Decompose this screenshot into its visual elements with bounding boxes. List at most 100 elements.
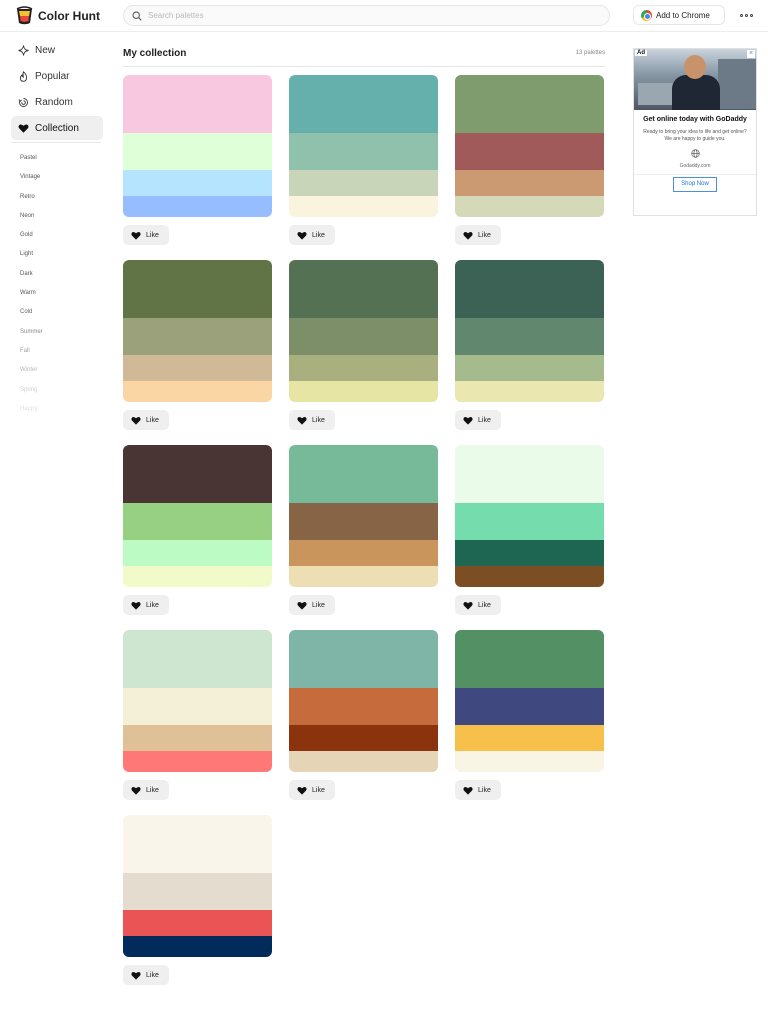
color-swatch[interactable]	[123, 630, 272, 688]
tag-dark[interactable]: Dark	[11, 265, 103, 284]
color-swatch[interactable]	[289, 445, 438, 503]
like-button[interactable]: Like	[289, 225, 335, 245]
color-swatch[interactable]	[455, 196, 604, 217]
color-swatch[interactable]	[455, 381, 604, 402]
ad-domain[interactable]: Godaddy.com	[634, 163, 756, 169]
color-swatch[interactable]	[289, 170, 438, 196]
color-swatch[interactable]	[123, 170, 272, 196]
more-options-button[interactable]	[737, 9, 755, 21]
color-swatch[interactable]	[289, 196, 438, 217]
color-swatch[interactable]	[455, 260, 604, 318]
like-button[interactable]: Like	[289, 595, 335, 615]
color-swatch[interactable]	[289, 75, 438, 133]
color-swatch[interactable]	[123, 75, 272, 133]
color-swatch[interactable]	[455, 133, 604, 170]
color-swatch[interactable]	[455, 751, 604, 772]
palette-swatches[interactable]	[455, 260, 604, 402]
shop-now-button[interactable]: Shop Now	[673, 177, 717, 192]
tag-pastel[interactable]: Pastel	[11, 149, 103, 168]
tag-gold[interactable]: Gold	[11, 226, 103, 245]
color-swatch[interactable]	[123, 540, 272, 566]
color-swatch[interactable]	[123, 815, 272, 873]
color-swatch[interactable]	[123, 318, 272, 355]
color-swatch[interactable]	[123, 381, 272, 402]
tag-summer[interactable]: Summer	[11, 323, 103, 342]
like-button[interactable]: Like	[455, 780, 501, 800]
tag-retro[interactable]: Retro	[11, 188, 103, 207]
color-swatch[interactable]	[455, 318, 604, 355]
palette-swatches[interactable]	[123, 630, 272, 772]
color-swatch[interactable]	[455, 540, 604, 566]
palette-swatches[interactable]	[455, 630, 604, 772]
color-swatch[interactable]	[455, 503, 604, 540]
add-to-chrome-button[interactable]: Add to Chrome	[633, 5, 725, 25]
palette-swatches[interactable]	[289, 445, 438, 587]
tag-neon[interactable]: Neon	[11, 207, 103, 226]
color-swatch[interactable]	[123, 873, 272, 910]
palette-swatches[interactable]	[289, 260, 438, 402]
ad-image[interactable]: Ad ×	[634, 49, 756, 110]
color-swatch[interactable]	[289, 133, 438, 170]
tag-cold[interactable]: Cold	[11, 303, 103, 322]
palette-swatches[interactable]	[289, 630, 438, 772]
tag-warm[interactable]: Warm	[11, 284, 103, 303]
like-button[interactable]: Like	[455, 410, 501, 430]
color-swatch[interactable]	[289, 688, 438, 725]
color-swatch[interactable]	[123, 910, 272, 936]
palette-swatches[interactable]	[123, 260, 272, 402]
tag-vintage[interactable]: Vintage	[11, 168, 103, 187]
color-swatch[interactable]	[289, 355, 438, 381]
tag-winter[interactable]: Winter	[11, 361, 103, 380]
palette-swatches[interactable]	[123, 445, 272, 587]
nav-new[interactable]: New	[11, 38, 103, 62]
like-button[interactable]: Like	[123, 595, 169, 615]
color-swatch[interactable]	[123, 133, 272, 170]
color-swatch[interactable]	[455, 688, 604, 725]
color-swatch[interactable]	[123, 725, 272, 751]
like-button[interactable]: Like	[289, 410, 335, 430]
ad-close-icon[interactable]: ×	[747, 50, 755, 58]
like-button[interactable]: Like	[123, 780, 169, 800]
color-swatch[interactable]	[289, 540, 438, 566]
color-swatch[interactable]	[289, 503, 438, 540]
color-swatch[interactable]	[455, 170, 604, 196]
color-swatch[interactable]	[455, 355, 604, 381]
color-swatch[interactable]	[123, 355, 272, 381]
color-swatch[interactable]	[455, 725, 604, 751]
palette-swatches[interactable]	[123, 815, 272, 957]
tag-light[interactable]: Light	[11, 245, 103, 264]
color-swatch[interactable]	[289, 566, 438, 587]
color-swatch[interactable]	[123, 503, 272, 540]
color-swatch[interactable]	[289, 725, 438, 751]
color-swatch[interactable]	[455, 566, 604, 587]
ad-panel[interactable]: Ad × Get online today with GoDaddy Ready…	[633, 48, 757, 216]
color-swatch[interactable]	[123, 936, 272, 957]
tag-happy[interactable]: Happy	[11, 400, 103, 419]
color-swatch[interactable]	[123, 566, 272, 587]
color-swatch[interactable]	[123, 196, 272, 217]
color-swatch[interactable]	[289, 381, 438, 402]
color-swatch[interactable]	[289, 751, 438, 772]
color-swatch[interactable]	[455, 75, 604, 133]
like-button[interactable]: Like	[455, 595, 501, 615]
search-input[interactable]	[148, 11, 588, 20]
palette-swatches[interactable]	[455, 445, 604, 587]
tag-fall[interactable]: Fall	[11, 342, 103, 361]
ad-title[interactable]: Get online today with GoDaddy	[634, 116, 756, 124]
logo[interactable]: Color Hunt	[16, 6, 100, 25]
palette-swatches[interactable]	[123, 75, 272, 217]
like-button[interactable]: Like	[123, 410, 169, 430]
nav-collection[interactable]: Collection	[11, 116, 103, 140]
color-swatch[interactable]	[455, 445, 604, 503]
like-button[interactable]: Like	[455, 225, 501, 245]
color-swatch[interactable]	[289, 630, 438, 688]
color-swatch[interactable]	[123, 751, 272, 772]
like-button[interactable]: Like	[123, 965, 169, 985]
nav-random[interactable]: Random	[11, 90, 103, 114]
color-swatch[interactable]	[289, 318, 438, 355]
color-swatch[interactable]	[123, 688, 272, 725]
color-swatch[interactable]	[123, 445, 272, 503]
color-swatch[interactable]	[455, 630, 604, 688]
tag-spring[interactable]: Spring	[11, 381, 103, 400]
palette-swatches[interactable]	[455, 75, 604, 217]
